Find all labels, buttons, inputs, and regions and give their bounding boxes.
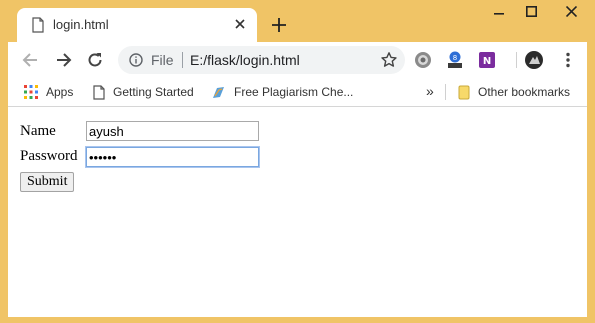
bookmark-label: Apps [46, 85, 74, 99]
address-bar[interactable]: File E:/flask/login.html [118, 46, 405, 74]
close-window-button[interactable] [548, 0, 595, 22]
bookmarks-divider [445, 84, 446, 100]
reload-icon[interactable] [85, 50, 105, 70]
page-content: Name Password Submit [8, 107, 587, 317]
name-label: Name [20, 123, 56, 139]
password-input[interactable] [86, 147, 259, 167]
document-icon [32, 17, 44, 33]
maximize-button[interactable] [516, 0, 546, 22]
omnibox-divider [182, 52, 183, 68]
bookmarks-bar: Apps Getting Started Free Plagiarism Che… [8, 78, 587, 107]
svg-text:8: 8 [453, 54, 457, 62]
maximize-icon [525, 5, 537, 17]
bookmark-getting-started[interactable]: Getting Started [93, 82, 194, 102]
tab-title: login.html [53, 17, 109, 32]
url-text[interactable]: E:/flask/login.html [190, 52, 300, 68]
new-tab-button[interactable] [268, 14, 290, 36]
close-icon [235, 19, 245, 29]
more-menu-icon[interactable] [558, 50, 578, 70]
bookmarks-overflow-chevron[interactable]: » [426, 84, 434, 98]
toolbar: File E:/flask/login.html 8 N [8, 42, 587, 78]
tab-close-button[interactable] [232, 16, 248, 32]
back-arrow-icon[interactable] [21, 50, 41, 70]
bookmark-apps[interactable]: Apps [24, 82, 73, 102]
bookmark-plagiarism[interactable]: Free Plagiarism Che... [211, 82, 353, 102]
minimize-icon [494, 13, 504, 15]
close-icon [566, 5, 577, 17]
apps-grid-icon [24, 85, 38, 99]
document-icon [93, 84, 105, 100]
password-label: Password [20, 148, 78, 164]
toolbar-divider [516, 52, 517, 68]
avatar[interactable] [524, 50, 544, 70]
other-bookmarks-label: Other bookmarks [478, 85, 571, 99]
info-icon[interactable] [129, 53, 143, 67]
svg-text:N: N [483, 56, 491, 67]
forward-arrow-icon[interactable] [53, 50, 73, 70]
bookmark-label: Free Plagiarism Che... [234, 85, 354, 99]
onenote-icon[interactable]: N [477, 50, 497, 70]
scheme-label: File [151, 52, 174, 68]
name-input[interactable] [86, 121, 259, 141]
folder-icon [458, 85, 470, 99]
minimize-button[interactable] [484, 0, 514, 22]
browser-window: login.html File E:/flask/login.html 8 N … [0, 0, 595, 323]
gear-extension-icon[interactable] [413, 50, 433, 70]
vpn-extension-icon[interactable]: 8 [445, 50, 465, 70]
bookmark-star-icon[interactable] [380, 51, 398, 69]
plus-icon [272, 18, 286, 32]
tab-active[interactable]: login.html [17, 8, 257, 42]
other-bookmarks[interactable]: Other bookmarks [458, 82, 570, 102]
bookmark-label: Getting Started [113, 85, 194, 99]
submit-button[interactable]: Submit [20, 172, 75, 192]
plagiarism-site-icon [213, 86, 224, 98]
